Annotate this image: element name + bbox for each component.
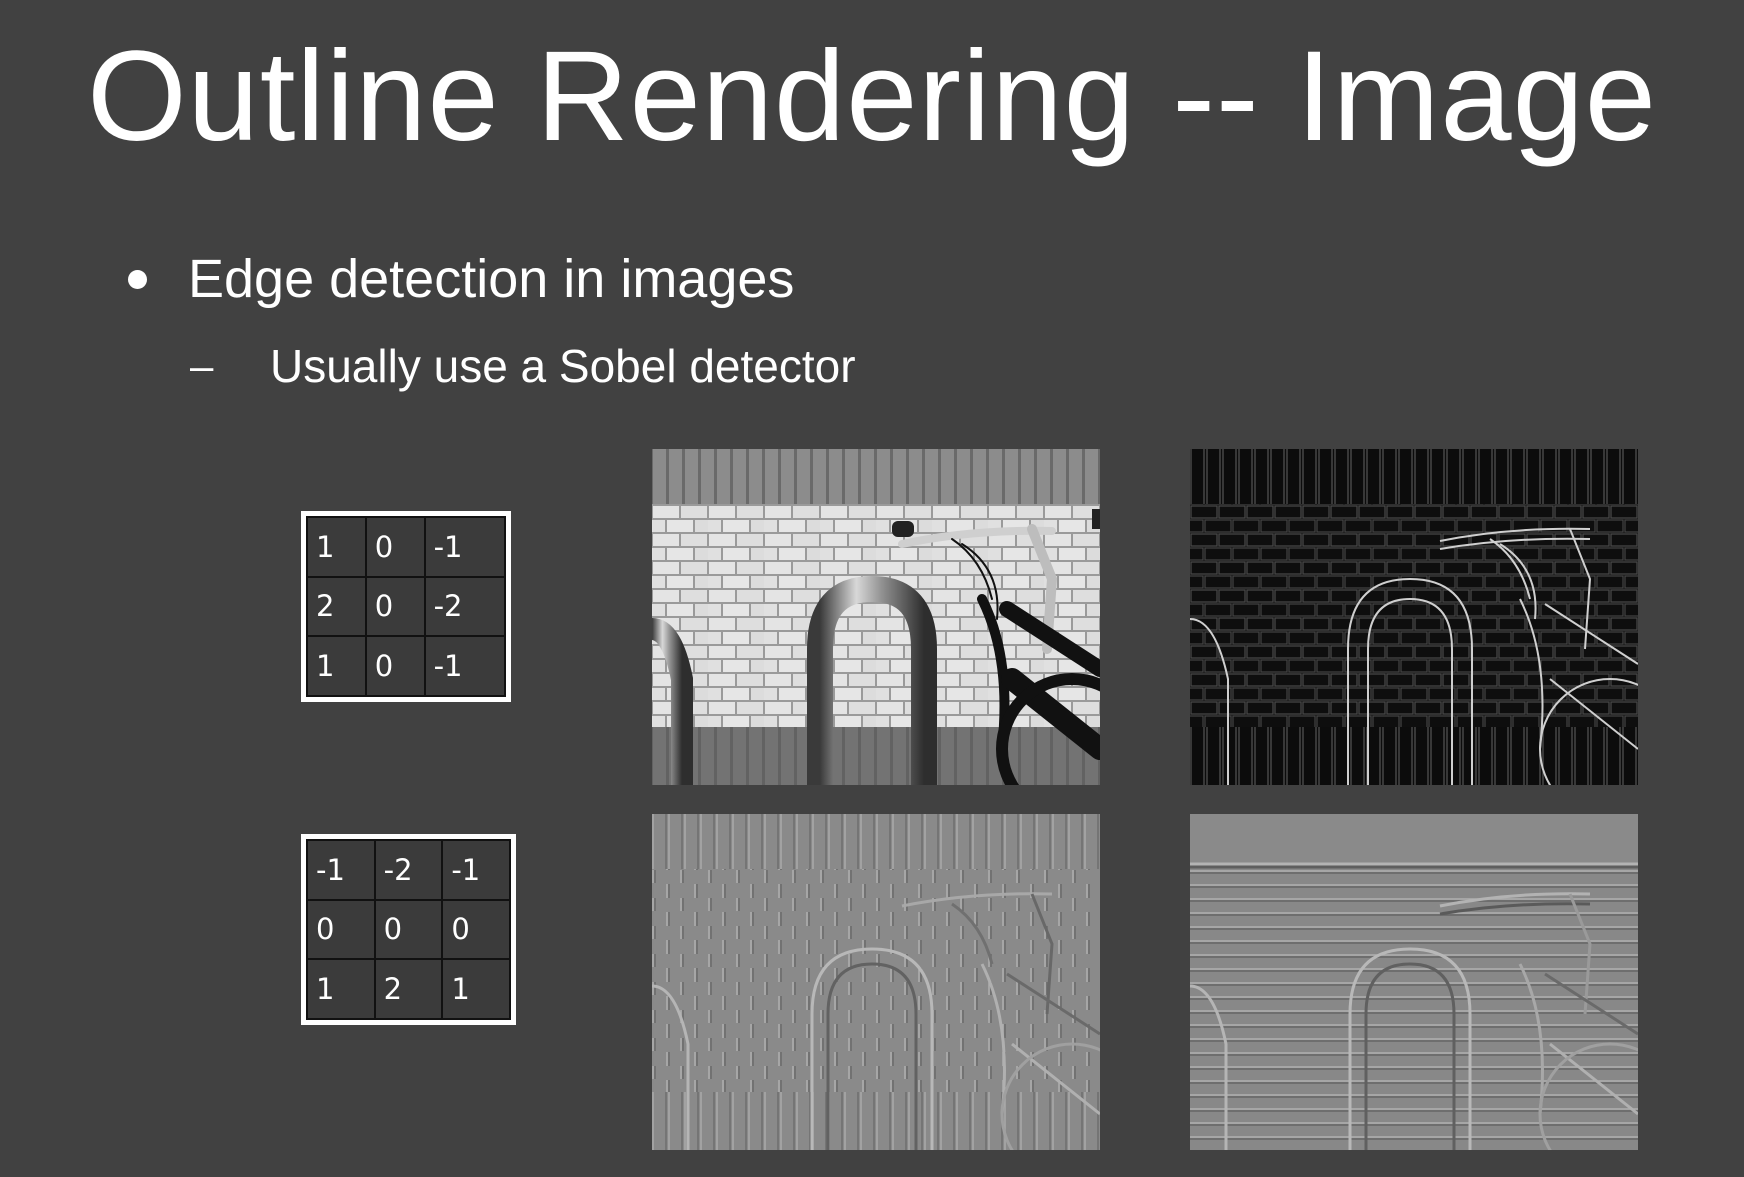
sub-bullet-item: – Usually use a Sobel detector	[190, 338, 856, 394]
kernel-cell: 1	[306, 516, 367, 578]
kernel-cell: 0	[441, 898, 511, 961]
kernel-cell: -2	[423, 575, 507, 638]
sobel-y-kernel: -1 -2 -1 0 0 0 1 2 1	[301, 834, 516, 1025]
edge-magnitude-svg	[1190, 449, 1638, 785]
kernel-cell: -1	[306, 839, 376, 901]
kernel-cell: 0	[306, 898, 376, 961]
kernel-cell: -1	[441, 839, 511, 901]
original-photo-svg	[652, 449, 1100, 785]
kernel-row: 1 2 1	[306, 958, 511, 1020]
kernel-cell: 1	[441, 958, 511, 1020]
kernel-cell: 2	[306, 575, 367, 638]
sub-bullet-text: Usually use a Sobel detector	[270, 340, 856, 392]
slide-title: Outline Rendering -- Image	[87, 25, 1657, 168]
kernel-cell: -2	[373, 839, 444, 901]
bullet-dot-icon	[128, 269, 147, 289]
vertical-gradient-image	[1190, 814, 1638, 1150]
kernel-cell: 1	[306, 958, 376, 1020]
kernel-cell: 1	[306, 635, 367, 697]
horizontal-gradient-image	[652, 814, 1100, 1150]
kernel-cell: 0	[373, 898, 444, 961]
bullet-text: Edge detection in images	[188, 249, 795, 309]
original-photo	[652, 449, 1100, 785]
kernel-row: -1 -2 -1	[306, 839, 511, 901]
slide: Outline Rendering -- Image Edge detectio…	[0, 0, 1744, 1177]
horizontal-gradient-svg	[652, 814, 1100, 1150]
kernel-cell: 0	[364, 635, 426, 697]
kernel-cell: 0	[364, 516, 426, 578]
vertical-gradient-svg	[1190, 814, 1638, 1150]
kernel-row: 1 0 -1	[306, 516, 507, 578]
kernel-cell: 2	[373, 958, 444, 1020]
kernel-row: 2 0 -2	[306, 575, 507, 638]
kernel-row: 0 0 0	[306, 898, 511, 961]
kernel-row: 1 0 -1	[306, 635, 507, 697]
kernel-cell: 0	[364, 575, 426, 638]
sobel-x-kernel: 1 0 -1 2 0 -2 1 0 -1	[301, 511, 511, 702]
kernel-table: -1 -2 -1 0 0 0 1 2 1	[306, 839, 511, 1020]
kernel-cell: -1	[423, 516, 507, 578]
kernel-table: 1 0 -1 2 0 -2 1 0 -1	[306, 516, 507, 697]
kernel-cell: -1	[423, 635, 507, 697]
bullet-item: Edge detection in images	[128, 244, 794, 314]
edge-magnitude-image	[1190, 449, 1638, 785]
dash-icon: –	[190, 342, 214, 389]
